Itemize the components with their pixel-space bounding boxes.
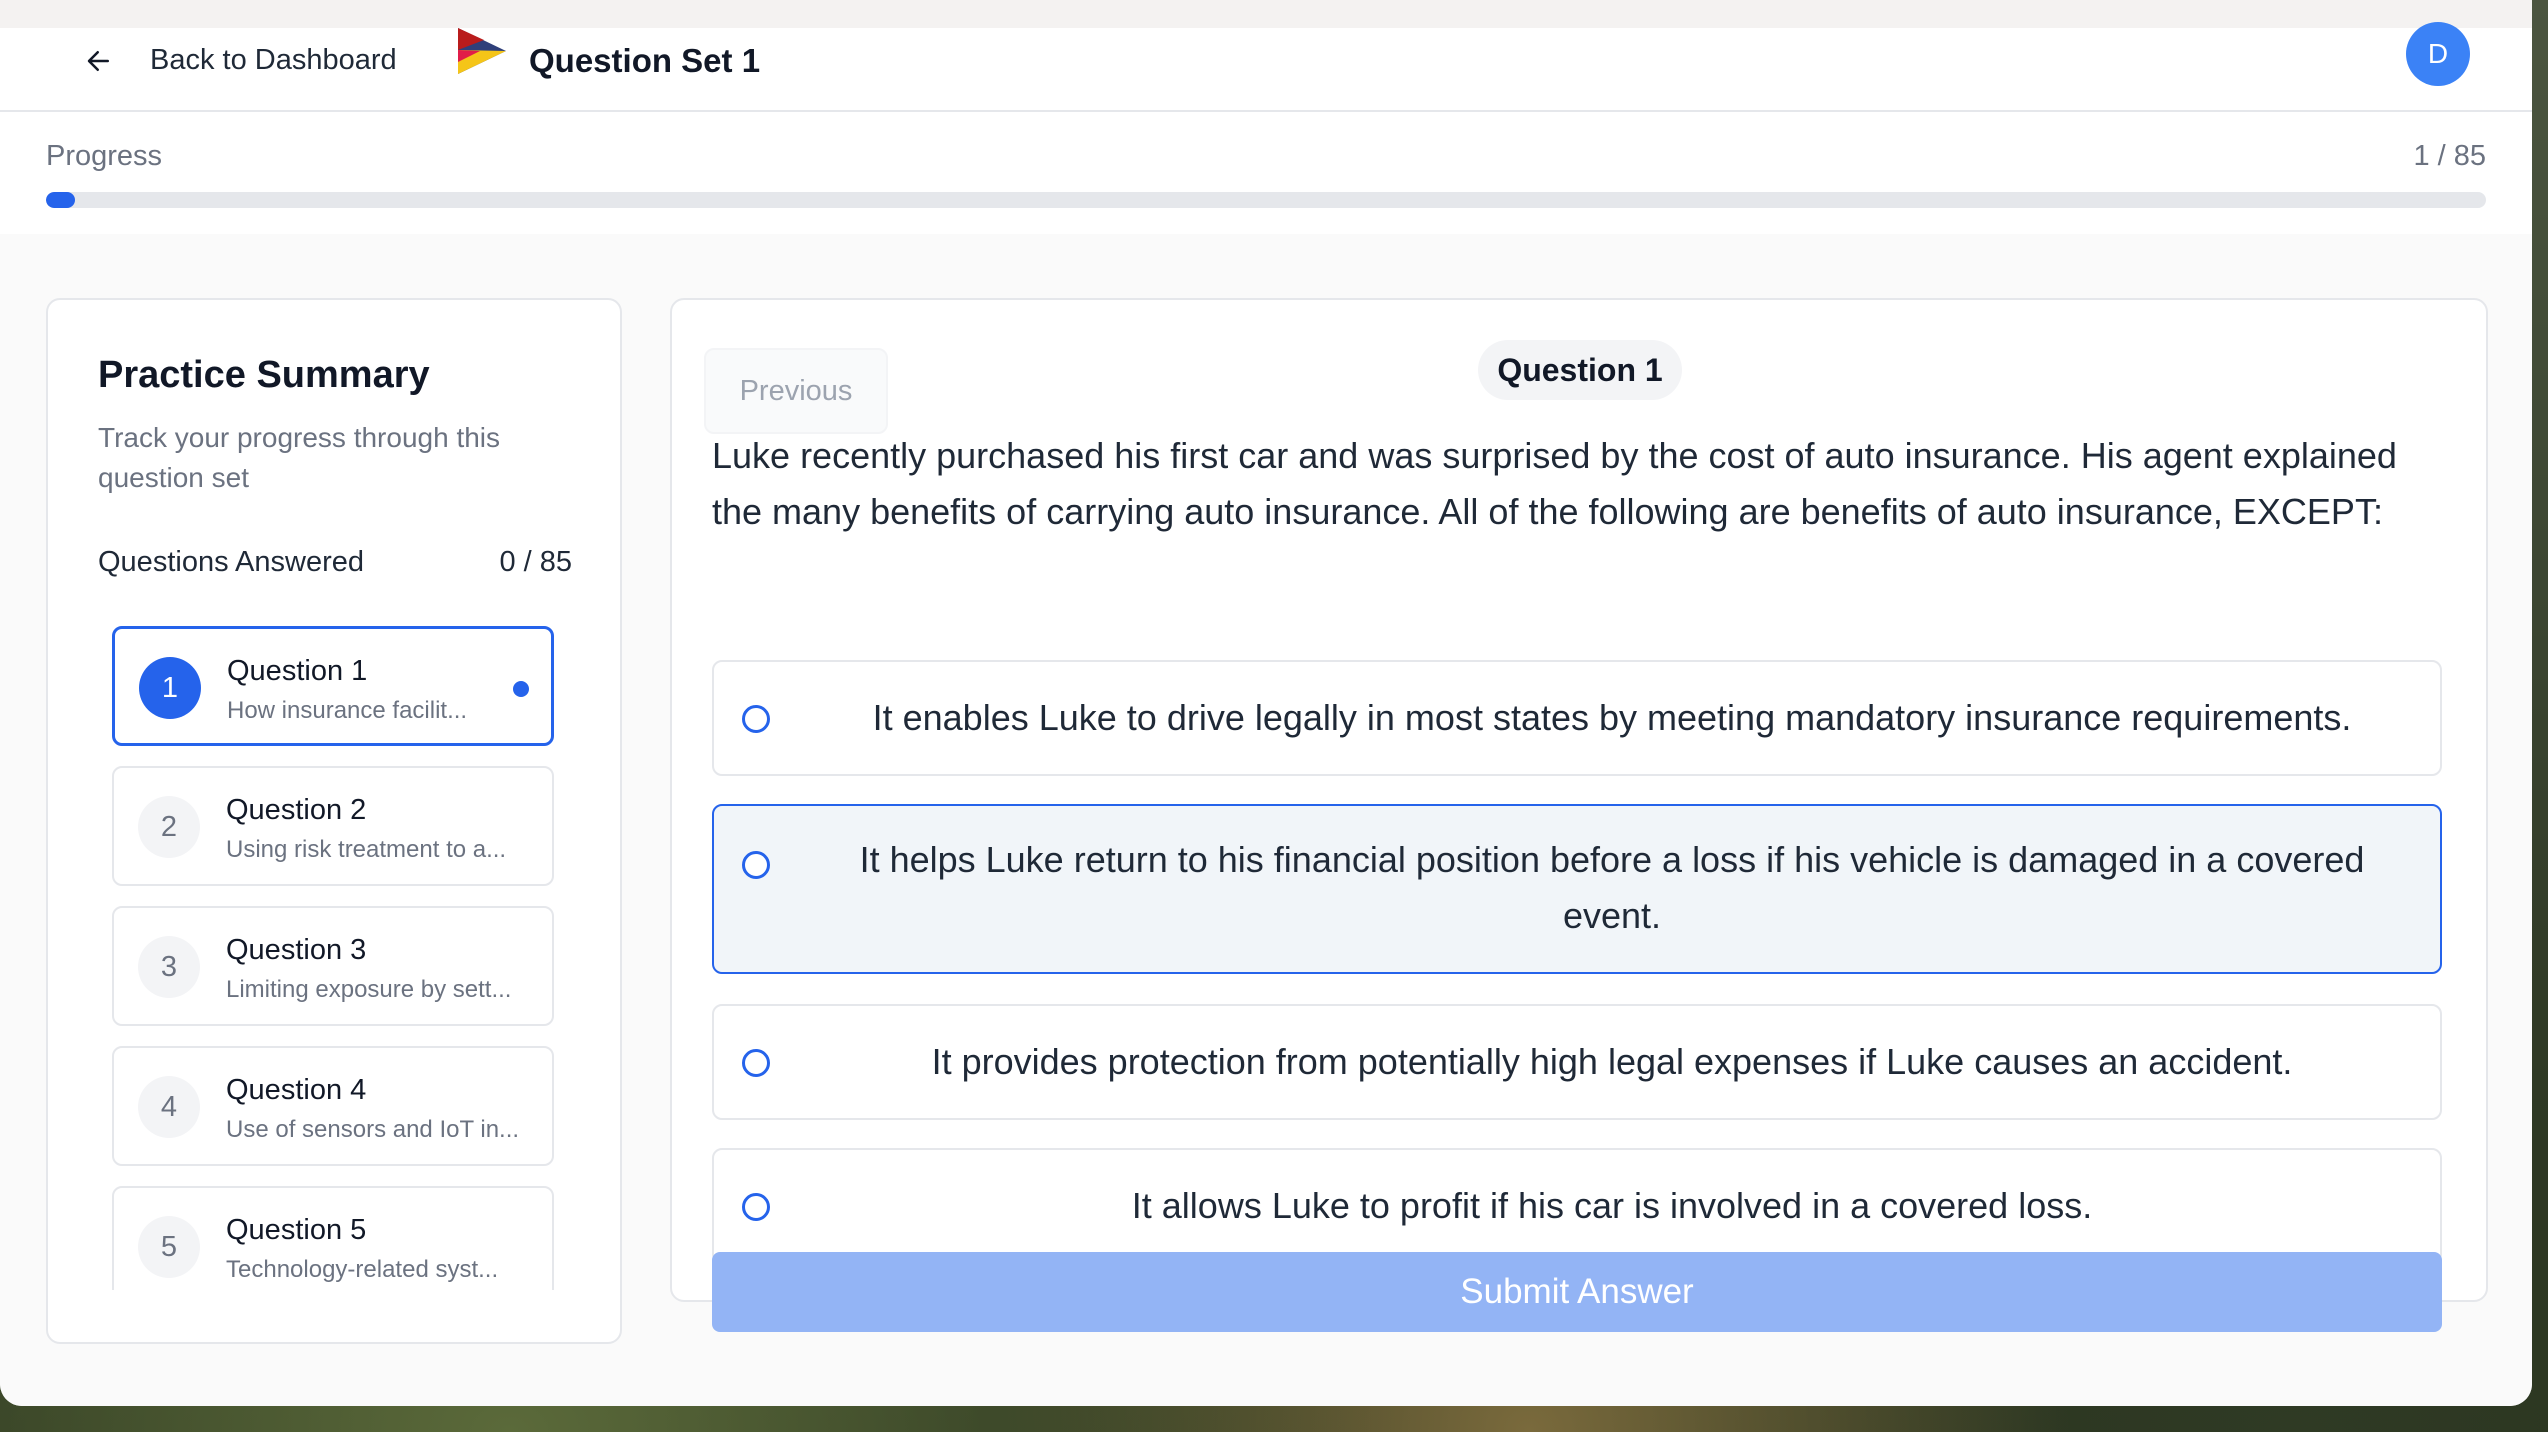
answer-option-text: It provides protection from potentially … [931, 1041, 2293, 1082]
radio-button[interactable] [742, 851, 770, 879]
summary-title: Practice Summary [98, 354, 430, 396]
progress-label: Progress [46, 140, 163, 172]
question-number-badge: 3 [138, 936, 200, 998]
questions-answered-label: Questions Answered [98, 546, 364, 578]
top-header: Back to Dashboard Question Set 1 D [0, 22, 2532, 112]
question-item-description: Use of sensors and IoT in... [226, 1116, 520, 1143]
question-list-item[interactable]: 2 Question 2 Using risk treatment to a..… [112, 766, 554, 886]
question-text: Luke recently purchased his first car an… [712, 435, 2397, 532]
answer-option-text: It allows Luke to profit if his car is i… [1131, 1185, 2093, 1226]
question-item-title: Question 3 [226, 934, 367, 966]
summary-subtitle: Track your progress through this questio… [98, 422, 501, 493]
submit-answer-button[interactable]: Submit Answer [712, 1252, 2442, 1332]
brand-logo-icon [458, 28, 506, 74]
browser-toolbar-edge [0, 0, 2532, 29]
answer-option[interactable]: It allows Luke to profit if his car is i… [712, 1148, 2442, 1264]
user-avatar[interactable]: D [2406, 22, 2470, 86]
radio-button[interactable] [742, 1049, 770, 1077]
question-list-item[interactable]: 3 Question 3 Limiting exposure by sett..… [112, 906, 554, 1026]
app-window: Back to Dashboard Question Set 1 D Progr… [0, 0, 2532, 1406]
answer-option[interactable]: It provides protection from potentially … [712, 1004, 2442, 1120]
question-list-item[interactable]: 5 Question 5 Technology-related syst... [112, 1186, 554, 1290]
radio-button[interactable] [742, 705, 770, 733]
question-number-badge: 2 [138, 796, 200, 858]
question-item-description: Technology-related syst... [226, 1256, 499, 1283]
question-item-title: Question 5 [226, 1214, 367, 1246]
question-item-title: Question 2 [226, 794, 367, 826]
question-list[interactable]: 1 Question 1 How insurance facilit... 2 … [112, 626, 558, 1290]
progress-bar [46, 192, 2486, 208]
progress-section: Progress 1 / 85 [0, 110, 2532, 236]
question-number-pill: Question 1 [1478, 340, 1682, 400]
practice-summary-panel: Practice Summary Track your progress thr… [46, 298, 622, 1344]
answer-option[interactable]: It enables Luke to drive legally in most… [712, 660, 2442, 776]
question-list-item[interactable]: 1 Question 1 How insurance facilit... [112, 626, 554, 746]
back-to-dashboard-link[interactable]: Back to Dashboard [150, 44, 397, 77]
question-number-badge: 1 [139, 657, 201, 719]
question-set-title: Question Set 1 [529, 42, 761, 79]
question-item-description: Limiting exposure by sett... [226, 976, 512, 1003]
question-item-description: How insurance facilit... [227, 697, 468, 724]
main-content: Practice Summary Track your progress thr… [0, 234, 2532, 1406]
question-item-title: Question 4 [226, 1074, 367, 1106]
answer-option[interactable]: It helps Luke return to his financial po… [712, 804, 2442, 974]
question-number-badge: 4 [138, 1076, 200, 1138]
question-item-title: Question 1 [227, 655, 368, 687]
answer-option-text: It enables Luke to drive legally in most… [872, 697, 2352, 738]
back-arrow-icon[interactable] [84, 46, 114, 76]
questions-answered-count: 0 / 85 [499, 546, 572, 578]
question-card: Previous Question 1 Luke recently purcha… [670, 298, 2488, 1302]
answer-option-text: It helps Luke return to his financial po… [859, 839, 2365, 936]
previous-button[interactable]: Previous [704, 348, 888, 434]
current-indicator-dot [513, 681, 529, 697]
radio-button[interactable] [742, 1193, 770, 1221]
question-number-badge: 5 [138, 1216, 200, 1278]
progress-bar-fill [46, 192, 75, 208]
question-list-item[interactable]: 4 Question 4 Use of sensors and IoT in..… [112, 1046, 554, 1166]
progress-count: 1 / 85 [2413, 140, 2486, 172]
question-item-description: Using risk treatment to a... [226, 836, 507, 863]
